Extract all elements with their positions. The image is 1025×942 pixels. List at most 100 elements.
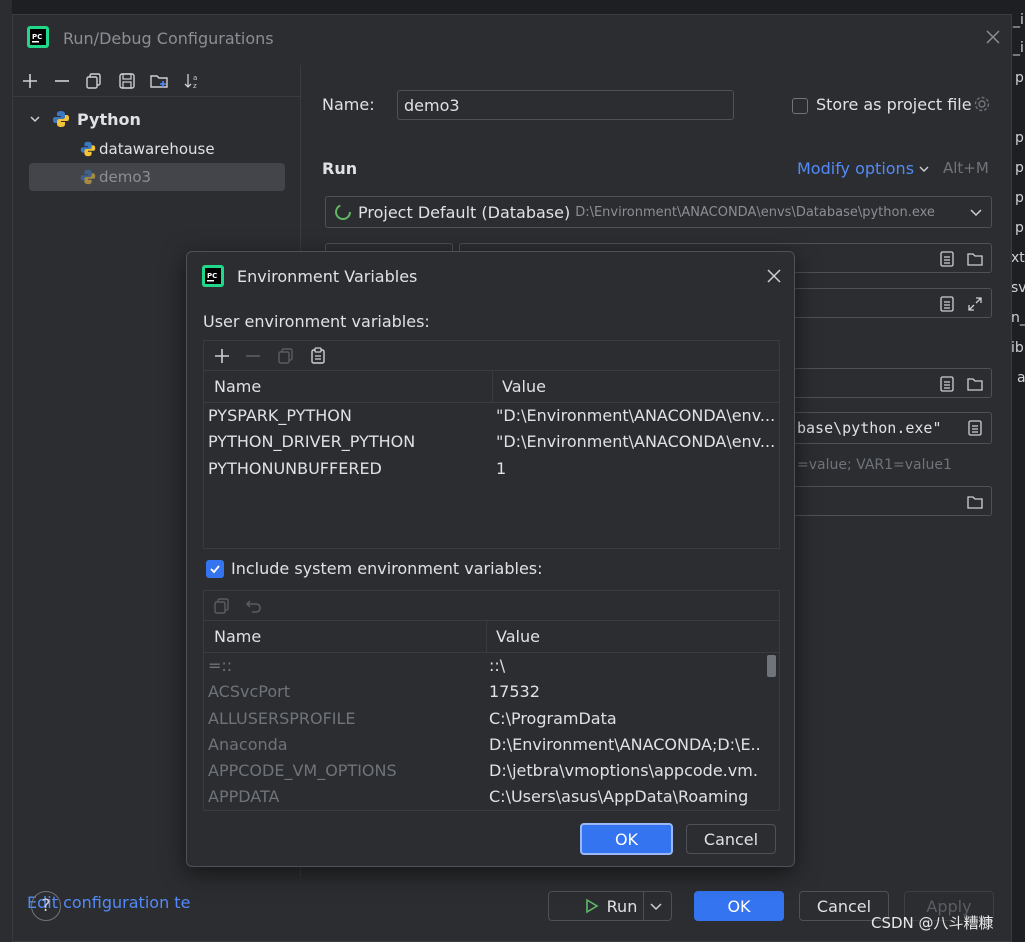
table-row[interactable]: APPCODE_VM_OPTIONS D:\jetbra\vmoptions\a…	[204, 758, 779, 784]
table-row[interactable]: PYTHONUNBUFFERED 1	[204, 456, 779, 482]
run-button[interactable]: Run	[548, 891, 672, 921]
name-label: Name:	[322, 95, 375, 114]
variable-value: ::\	[489, 656, 506, 675]
expand-icon[interactable]	[966, 295, 984, 313]
modify-options-link[interactable]: Modify options	[797, 159, 929, 178]
variable-name: PYSPARK_PYTHON	[208, 406, 352, 425]
chevron-down-icon[interactable]	[29, 113, 41, 125]
tree-toolbar: az	[13, 65, 301, 97]
table-row[interactable]: PYTHON_DRIVER_PYTHON "D:\Environment\ANA…	[204, 429, 779, 455]
tree-group-python[interactable]: Python	[29, 105, 141, 133]
user-table-toolbar	[204, 341, 779, 371]
interpreter-select[interactable]: Project Default (Database) D:\Environmen…	[325, 196, 992, 228]
copy-icon[interactable]	[276, 346, 296, 366]
table-row[interactable]: ALLUSERSPROFILE C:\ProgramData	[204, 706, 779, 732]
close-icon[interactable]	[765, 267, 783, 285]
revert-icon[interactable]	[244, 596, 264, 616]
gear-icon[interactable]	[973, 95, 991, 113]
background-text-fragment: p	[1015, 220, 1024, 236]
column-header-name[interactable]: Name	[214, 627, 261, 646]
store-as-project-file-checkbox[interactable]	[792, 98, 808, 114]
close-icon[interactable]	[983, 27, 1003, 47]
env-cancel-button[interactable]: Cancel	[686, 824, 776, 854]
run-section-heading: Run	[322, 159, 358, 178]
environment-variables-dialog: PC Environment Variables User environmen…	[186, 251, 795, 867]
variable-name: ALLUSERSPROFILE	[208, 709, 356, 728]
name-field[interactable]	[397, 90, 734, 120]
table-row[interactable]: ACSvcPort 17532	[204, 679, 779, 705]
save-icon[interactable]	[117, 71, 137, 91]
variable-value: C:\ProgramData	[489, 709, 617, 728]
list-icon[interactable]	[938, 250, 956, 268]
column-header-value[interactable]: Value	[502, 377, 546, 396]
chevron-down-icon	[919, 166, 929, 172]
dialog-title: Run/Debug Configurations	[63, 29, 274, 48]
column-divider	[486, 621, 487, 653]
play-icon	[585, 898, 599, 914]
env-dialog-title: Environment Variables	[237, 267, 418, 286]
include-system-variables-checkbox[interactable]	[206, 560, 224, 578]
list-icon[interactable]	[938, 295, 956, 313]
column-header-value[interactable]: Value	[496, 627, 540, 646]
tree-item-datawarehouse[interactable]: datawarehouse	[79, 135, 215, 163]
watermark: CSDN @八斗糟糠	[871, 914, 994, 932]
table-row[interactable]: =:: ::\	[204, 653, 779, 679]
svg-text:PC: PC	[32, 33, 42, 41]
split-divider	[643, 892, 644, 920]
remove-icon[interactable]	[52, 71, 72, 91]
help-button[interactable]: ?	[31, 891, 61, 921]
variable-value: D:\Environment\ANACONDA;D:\E...	[489, 735, 759, 754]
add-icon[interactable]	[212, 346, 232, 366]
user-variables-label: User environment variables:	[203, 312, 430, 331]
tree-item-label: datawarehouse	[99, 140, 215, 158]
python-config-icon	[80, 169, 96, 185]
tree-group-label: Python	[77, 109, 141, 129]
variable-name: PYTHON_DRIVER_PYTHON	[208, 432, 416, 451]
background-text-fragment: sv	[1011, 280, 1025, 296]
ok-button[interactable]: OK	[694, 891, 784, 921]
chevron-down-icon[interactable]	[649, 899, 663, 913]
background-text-fragment: p	[1015, 130, 1024, 146]
system-table-header: Name Value	[204, 621, 779, 653]
folder-icon[interactable]	[966, 493, 984, 511]
folder-icon[interactable]	[966, 375, 984, 393]
new-folder-icon[interactable]	[149, 71, 169, 91]
variable-name: =::	[208, 656, 233, 675]
question-icon: ?	[41, 896, 51, 916]
env-ok-button[interactable]: OK	[580, 823, 673, 855]
sort-alphabetically-icon[interactable]: az	[182, 71, 202, 91]
store-as-project-file-label: Store as project file	[816, 95, 972, 114]
table-row[interactable]: Anaconda D:\Environment\ANACONDA;D:\E...	[204, 732, 779, 758]
tree-item-demo3[interactable]: demo3	[29, 163, 285, 191]
variable-value: "D:\Environment\ANACONDA\env...	[496, 432, 776, 451]
environment-variables-hint: =value; VAR1=value1	[797, 457, 952, 473]
variable-name: APPCODE_VM_OPTIONS	[208, 761, 397, 780]
copy-icon[interactable]	[212, 596, 232, 616]
add-icon[interactable]	[20, 71, 40, 91]
background-text-fragment: _i	[1013, 12, 1024, 28]
pycharm-logo-icon: PC	[27, 26, 49, 48]
python-config-icon	[80, 141, 96, 157]
run-button-label: Run	[606, 896, 638, 916]
folder-icon[interactable]	[966, 250, 984, 268]
list-icon[interactable]	[966, 419, 984, 437]
column-header-name[interactable]: Name	[214, 377, 261, 396]
svg-text:a: a	[193, 74, 197, 82]
variable-name: Anaconda	[208, 735, 288, 754]
modify-options-label: Modify options	[797, 159, 915, 178]
background-text-fragment: n_	[1011, 310, 1025, 326]
background-window-left	[0, 0, 12, 942]
paste-icon[interactable]	[308, 346, 328, 366]
variable-name: APPDATA	[208, 787, 280, 806]
table-row[interactable]: APPDATA C:\Users\asus\AppData\Roaming	[204, 784, 779, 810]
table-row[interactable]: PYSPARK_PYTHON "D:\Environment\ANACONDA\…	[204, 403, 779, 429]
remove-icon[interactable]	[243, 346, 263, 366]
interpreter-name: Project Default (Database)	[358, 202, 571, 222]
list-icon[interactable]	[938, 375, 956, 393]
chevron-down-icon	[970, 209, 982, 217]
column-divider	[492, 371, 493, 403]
vertical-scrollbar[interactable]	[767, 655, 776, 677]
copy-icon[interactable]	[84, 71, 104, 91]
variable-value: 1	[496, 459, 507, 478]
variable-name: PYTHONUNBUFFERED	[208, 459, 382, 478]
